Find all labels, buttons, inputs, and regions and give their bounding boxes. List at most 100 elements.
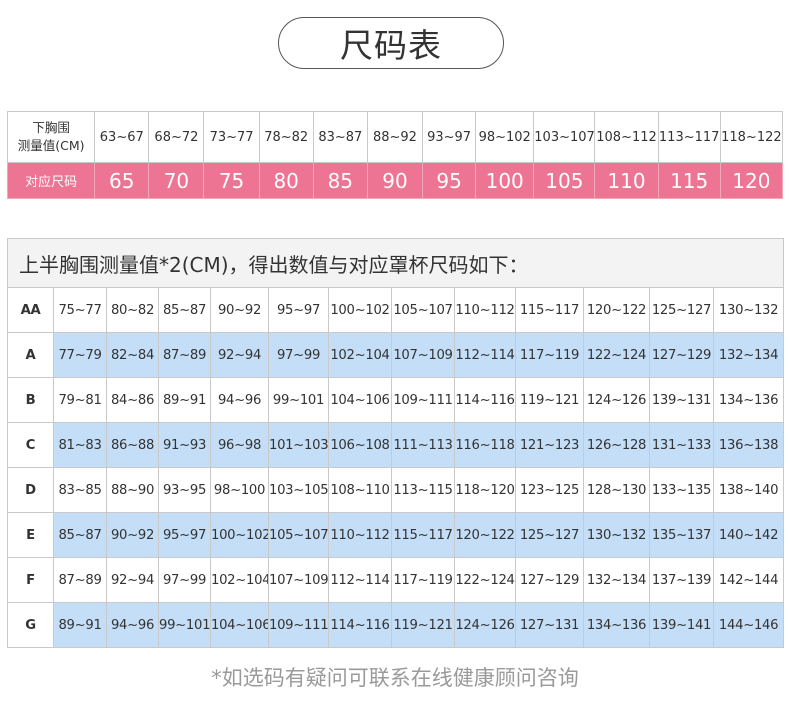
bust-range-cell: 125~127 (649, 287, 714, 333)
bust-range-cell: 104~106 (328, 377, 392, 423)
bust-range-cell: 139~141 (649, 602, 714, 648)
bust-range-cell: 140~142 (712, 512, 785, 558)
cup-letter: AA (7, 287, 54, 333)
bust-range-cell: 133~135 (649, 467, 714, 513)
bust-range-cell: 109~111 (391, 377, 455, 423)
bust-range-cell: 101~103 (268, 422, 329, 468)
bust-range-cell: 122~124 (583, 332, 650, 378)
bust-range-cell: 136~138 (712, 422, 785, 468)
bust-range-cell: 130~132 (712, 287, 785, 333)
bust-range-cell: 116~118 (454, 422, 516, 468)
underbust-range-cell: 78~82 (258, 111, 314, 163)
underbust-range-cell: 98~102 (475, 111, 535, 163)
bust-range-cell: 107~109 (268, 557, 329, 603)
bust-range-cell: 88~90 (106, 467, 159, 513)
bust-range-cell: 126~128 (583, 422, 650, 468)
underbust-range-cell: 73~77 (203, 111, 260, 163)
band-size-cell: 110 (594, 162, 659, 199)
cup-letter: A (7, 332, 54, 378)
bust-range-cell: 86~88 (106, 422, 159, 468)
bust-range-cell: 95~97 (268, 287, 329, 333)
underbust-header-label: 下胸围 测量值(CM) (17, 120, 85, 153)
bust-range-cell: 112~114 (328, 557, 392, 603)
band-size-cell: 120 (719, 162, 784, 199)
bust-range-cell: 125~127 (515, 512, 584, 558)
bust-range-cell: 80~82 (106, 287, 159, 333)
bust-range-cell: 132~134 (712, 332, 785, 378)
bust-range-cell: 103~105 (268, 467, 329, 513)
bust-range-cell: 100~102 (328, 287, 392, 333)
bust-range-cell: 115~117 (391, 512, 455, 558)
bust-range-cell: 102~104 (328, 332, 392, 378)
band-size-cell: 90 (366, 162, 424, 199)
cup-row-a: A 77~79 82~84 87~89 92~94 97~99 102~104 107~109… (7, 332, 785, 378)
bust-range-cell: 122~124 (454, 557, 516, 603)
band-size-cell: 80 (258, 162, 314, 199)
bust-range-cell: 110~112 (328, 512, 392, 558)
cup-row-b: B 79~81 84~86 89~91 94~96 99~101 104~106 109~11… (7, 377, 785, 423)
bust-range-cell: 138~140 (712, 467, 785, 513)
bust-range-cell: 100~102 (210, 512, 269, 558)
bust-range-cell: 135~137 (649, 512, 714, 558)
cup-table-caption: 上半胸围测量值*2(CM)，得出数值与对应罩杯尺码如下： (6, 238, 785, 288)
bust-range-cell: 105~107 (268, 512, 329, 558)
bust-range-cell: 99~101 (158, 602, 211, 648)
bust-range-cell: 108~110 (328, 467, 392, 513)
bust-range-cell: 85~87 (53, 512, 107, 558)
bust-range-cell: 83~85 (53, 467, 107, 513)
cup-row-g: G 89~91 94~96 99~101 104~106 109~111 114~116 11… (7, 602, 785, 648)
underbust-range-cell: 93~97 (422, 111, 477, 163)
underbust-range-cell: 118~122 (719, 111, 784, 163)
bust-range-cell: 98~100 (210, 467, 269, 513)
bust-range-cell: 87~89 (53, 557, 107, 603)
cup-row-f: F 87~89 92~94 97~99 102~104 107~109 112~114 117… (7, 557, 785, 603)
cup-letter: D (7, 467, 54, 513)
bust-range-cell: 77~79 (53, 332, 107, 378)
bust-range-cell: 113~115 (391, 467, 455, 513)
bust-range-cell: 115~117 (515, 287, 584, 333)
cup-letter: B (7, 377, 54, 423)
bust-range-cell: 90~92 (106, 512, 159, 558)
bust-range-cell: 87~89 (158, 332, 211, 378)
bust-range-cell: 85~87 (158, 287, 211, 333)
bust-range-cell: 111~113 (391, 422, 455, 468)
footnote: *如选码有疑问可联系在线健康顾问咨询 (211, 666, 579, 690)
bust-range-cell: 107~109 (391, 332, 455, 378)
band-size-cell: 100 (475, 162, 535, 199)
bust-range-cell: 92~94 (210, 332, 269, 378)
bust-range-cell: 118~120 (454, 467, 516, 513)
band-size-cell: 95 (422, 162, 477, 199)
bust-range-cell: 89~91 (53, 602, 107, 648)
cup-letter: C (7, 422, 54, 468)
bust-range-cell: 91~93 (158, 422, 211, 468)
bust-range-cell: 120~122 (454, 512, 516, 558)
bust-range-cell: 123~125 (515, 467, 584, 513)
bust-range-cell: 144~146 (712, 602, 785, 648)
bust-range-cell: 131~133 (649, 422, 714, 468)
band-size-cell: 75 (203, 162, 260, 199)
cup-row-e: E 85~87 90~92 95~97 100~102 105~107 110~112 115… (7, 512, 785, 558)
bust-range-cell: 114~116 (328, 602, 392, 648)
underbust-range-cell: 108~112 (594, 111, 659, 163)
bust-range-cell: 99~101 (268, 377, 329, 423)
bust-range-cell: 79~81 (53, 377, 107, 423)
bust-range-cell: 104~106 (210, 602, 269, 648)
bust-range-cell: 117~119 (515, 332, 584, 378)
band-size-table: 下胸围 测量值(CM) 63~67 68~72 73~77 78~82 83~87 88~… (6, 111, 784, 199)
bust-range-cell: 102~104 (210, 557, 269, 603)
bust-range-cell: 75~77 (53, 287, 107, 333)
cup-letter: G (7, 602, 54, 648)
band-size-cell: 70 (148, 162, 205, 199)
bust-range-cell: 128~130 (583, 467, 650, 513)
underbust-header: 下胸围 测量值(CM) (6, 111, 96, 163)
bust-range-cell: 127~129 (649, 332, 714, 378)
bust-range-cell: 142~144 (712, 557, 785, 603)
bust-range-cell: 119~121 (515, 377, 584, 423)
bust-range-cell: 109~111 (268, 602, 329, 648)
bust-range-cell: 139~131 (649, 377, 714, 423)
bust-range-cell: 130~132 (583, 512, 650, 558)
band-size-cell: 85 (312, 162, 368, 199)
bust-range-cell: 94~96 (210, 377, 269, 423)
bust-range-cell: 121~123 (515, 422, 584, 468)
cup-row-d: D 83~85 88~90 93~95 98~100 103~105 108~110 113~… (7, 467, 785, 513)
